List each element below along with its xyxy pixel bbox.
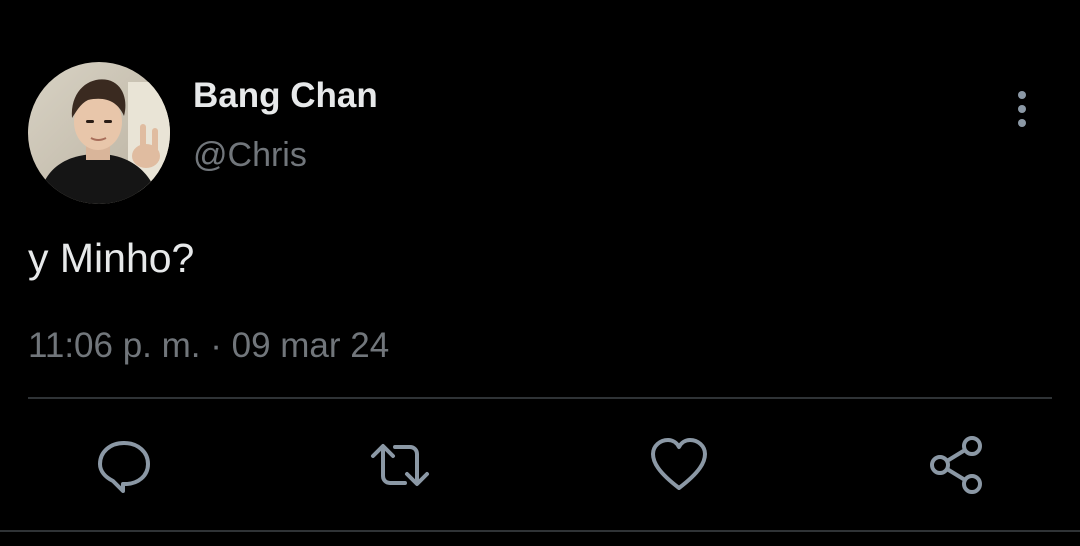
like-button[interactable] (648, 434, 710, 496)
retweet-icon (371, 444, 429, 486)
bottom-divider (0, 530, 1080, 532)
retweet-button[interactable] (369, 434, 431, 496)
heart-icon (651, 438, 707, 490)
share-button[interactable] (926, 434, 988, 496)
reply-button[interactable] (93, 434, 155, 496)
divider (28, 397, 1052, 399)
tweet-timestamp[interactable]: 11:06 p. m. · 09 mar 24 (28, 326, 389, 366)
more-vertical-icon (1018, 91, 1026, 127)
author-display-name[interactable]: Bang Chan (193, 76, 378, 116)
tweet-text: y Minho? (28, 235, 195, 281)
avatar[interactable] (28, 62, 170, 204)
author-handle[interactable]: @Chris (193, 136, 307, 175)
profile-photo-icon (28, 62, 170, 204)
share-icon (930, 436, 982, 494)
more-options-button[interactable] (1004, 88, 1040, 132)
reply-icon (98, 441, 150, 493)
